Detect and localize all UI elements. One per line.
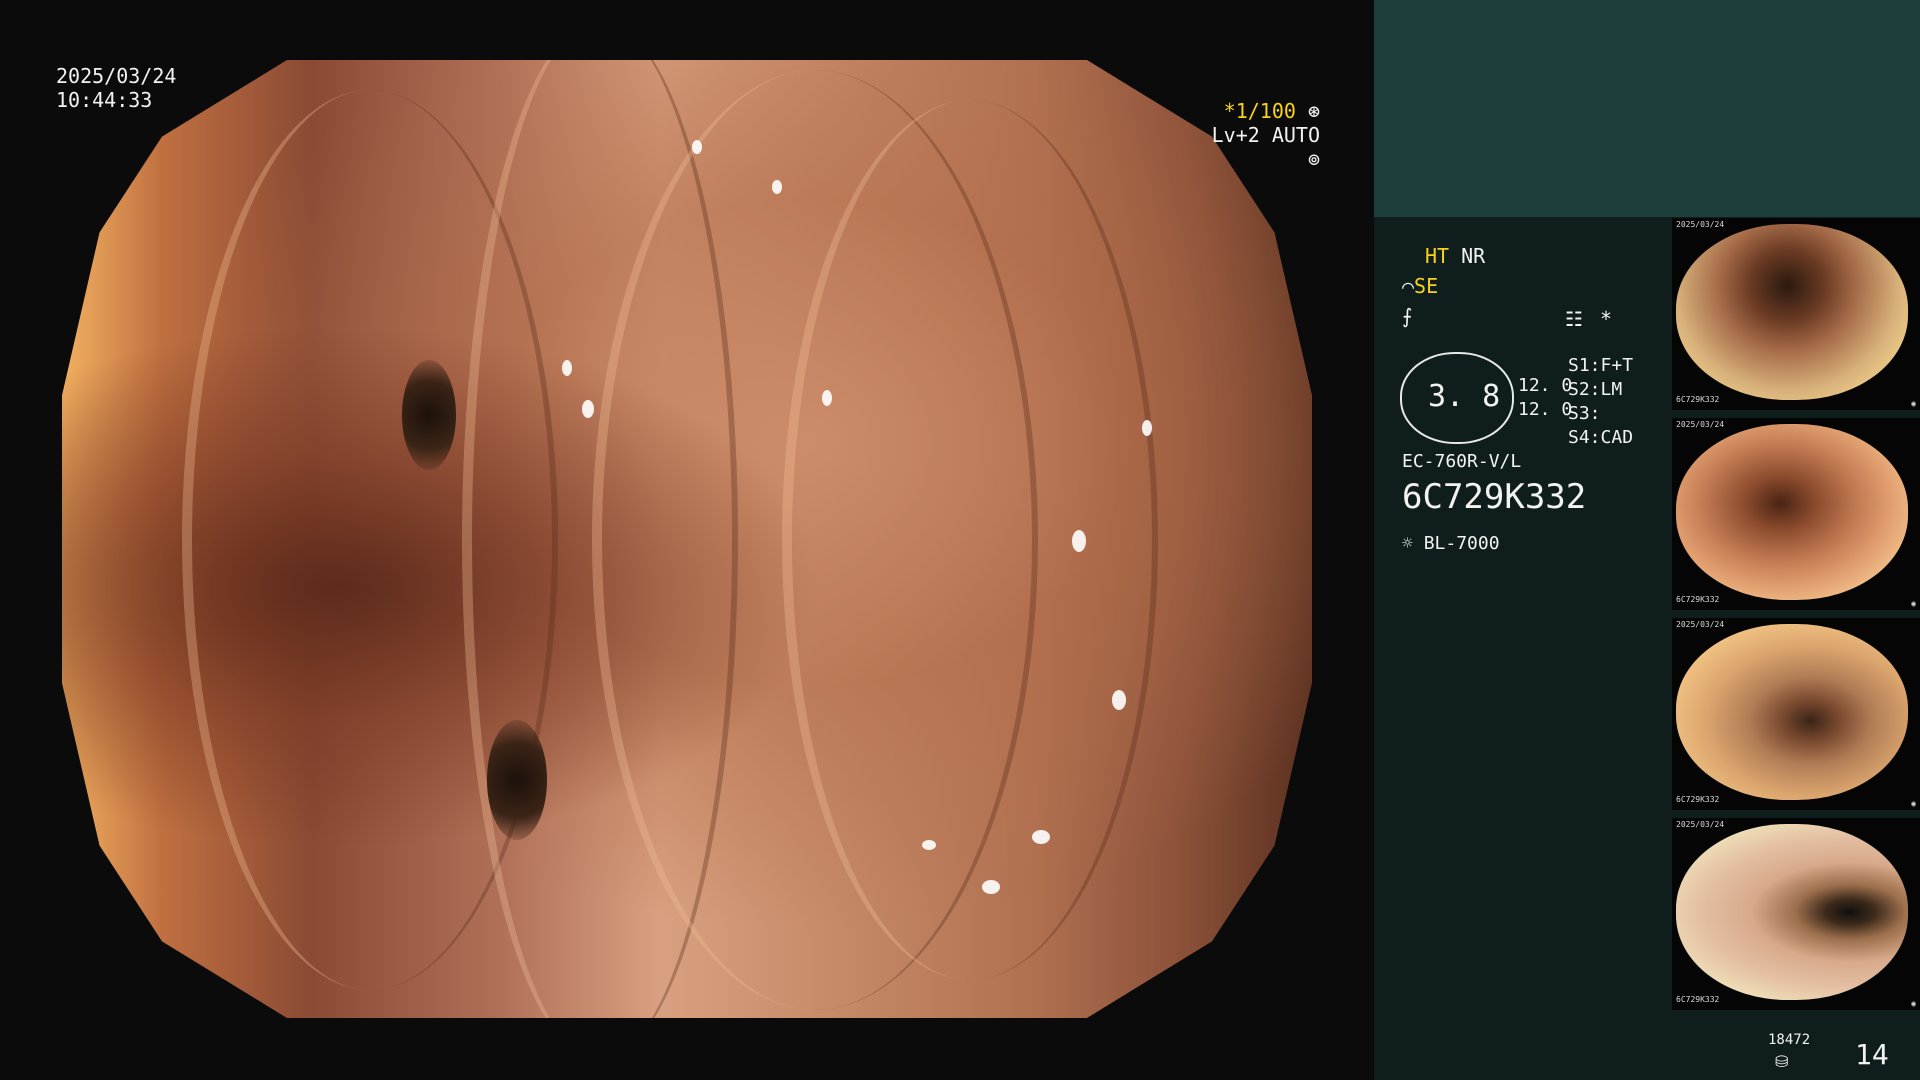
- specular-highlight: [922, 840, 936, 850]
- settings-menu-icon: ☷: [1565, 307, 1583, 331]
- enhancement-status: ⌒SE: [1402, 274, 1438, 298]
- light-source-row: ☼ BL-7000: [1402, 532, 1500, 556]
- exposure-overlay: *1/100 ⊛ Lv+2 AUTO ⊚: [1196, 99, 1320, 171]
- main-scope-value: 3. 8: [1428, 379, 1501, 414]
- filter-icon: ⨍: [1402, 304, 1413, 328]
- thumbnail-serial: 6C729K332: [1676, 795, 1720, 804]
- s2-value: LM: [1600, 379, 1623, 400]
- auto-mode-icon: ⊚: [1307, 147, 1320, 171]
- specular-highlight: [1112, 690, 1126, 710]
- panel-header-area: [1374, 0, 1920, 217]
- s4-row: S4:CAD: [1568, 426, 1633, 450]
- thumbnail-serial: 6C729K332: [1676, 595, 1720, 604]
- thumbnail-image: [1676, 624, 1908, 800]
- light-source: BL-7000: [1423, 533, 1500, 554]
- thumbnail-1[interactable]: 2025/03/24 6C729K332 ◉: [1672, 218, 1920, 410]
- level-value: Lv+2 AUTO: [1211, 123, 1320, 147]
- nr-label: NR: [1461, 244, 1486, 268]
- thumbnail-4[interactable]: 2025/03/24 6C729K332 ◉: [1672, 818, 1920, 1010]
- processing-status: HT NR: [1425, 244, 1485, 268]
- thumbnail-image: [1676, 424, 1908, 600]
- lumen-shadow: [402, 360, 456, 470]
- s4-value: CAD: [1600, 427, 1634, 448]
- setting-value-1: 12. 0: [1518, 375, 1573, 396]
- s2-label: S2:: [1568, 379, 1601, 400]
- mucosal-fold: [782, 100, 1158, 980]
- s1-value: F+T: [1600, 355, 1634, 376]
- s4-label: S4:: [1568, 427, 1601, 448]
- thumbnail-date: 2025/03/24: [1676, 420, 1725, 429]
- s1-row: S1:F+T: [1568, 354, 1633, 378]
- specular-highlight: [822, 390, 832, 406]
- specular-highlight: [582, 400, 594, 418]
- thumbnail-image: [1676, 224, 1908, 400]
- s2-row: S2:LM: [1568, 378, 1622, 402]
- thumbnail-corner: ◉: [1911, 999, 1916, 1008]
- thumbnail-date: 2025/03/24: [1676, 820, 1725, 829]
- scope-value-circle: 3. 8: [1400, 352, 1514, 444]
- datetime-overlay: 2025/03/24 10:44:33: [56, 64, 176, 112]
- specular-highlight: [1072, 530, 1086, 552]
- enhancement-icon: ⌒: [1402, 274, 1415, 298]
- thumbnail-3[interactable]: 2025/03/24 6C729K332 ◉: [1672, 618, 1920, 810]
- specular-highlight: [1142, 420, 1152, 436]
- image-count: 14: [1855, 1038, 1889, 1071]
- s3-row: S3:: [1568, 402, 1601, 426]
- scope-model: EC-760R-V/L: [1402, 451, 1522, 472]
- scope-serial: 6C729K332: [1402, 477, 1587, 517]
- thumbnail-corner: ◉: [1911, 399, 1916, 408]
- ht-label: HT: [1425, 244, 1450, 268]
- light-source-icon: ☼: [1402, 533, 1413, 554]
- thumbnail-2[interactable]: 2025/03/24 6C729K332 ◉: [1672, 418, 1920, 610]
- s1-label: S1:: [1568, 355, 1601, 376]
- thumbnail-serial: 6C729K332: [1676, 395, 1720, 404]
- date-label: 2025/03/24: [56, 64, 177, 88]
- shutter-value: *1/100: [1223, 99, 1296, 123]
- endoscope-live-view: [62, 60, 1312, 1018]
- thumbnail-date: 2025/03/24: [1676, 620, 1725, 629]
- thumbnail-image: [1676, 824, 1908, 1000]
- asterisk-label: *: [1600, 307, 1613, 331]
- specular-highlight: [692, 140, 702, 154]
- thumbnail-corner: ◉: [1911, 599, 1916, 608]
- specular-highlight: [562, 360, 572, 376]
- s3-label: S3:: [1568, 403, 1601, 424]
- thumbnail-date: 2025/03/24: [1676, 220, 1725, 229]
- specular-highlight: [1032, 830, 1050, 844]
- thumbnail-corner: ◉: [1911, 799, 1916, 808]
- specular-highlight: [982, 880, 1000, 894]
- aperture-icon: ⊛: [1307, 99, 1320, 123]
- storage-icon: ⛁: [1775, 1052, 1789, 1071]
- lumen-shadow: [487, 720, 547, 840]
- time-label: 10:44:33: [56, 88, 153, 112]
- setting-value-2: 12. 0: [1518, 399, 1573, 420]
- specular-highlight: [772, 180, 782, 194]
- se-label: SE: [1414, 274, 1439, 298]
- storage-count: 18472: [1768, 1032, 1811, 1048]
- thumbnail-serial: 6C729K332: [1676, 995, 1720, 1004]
